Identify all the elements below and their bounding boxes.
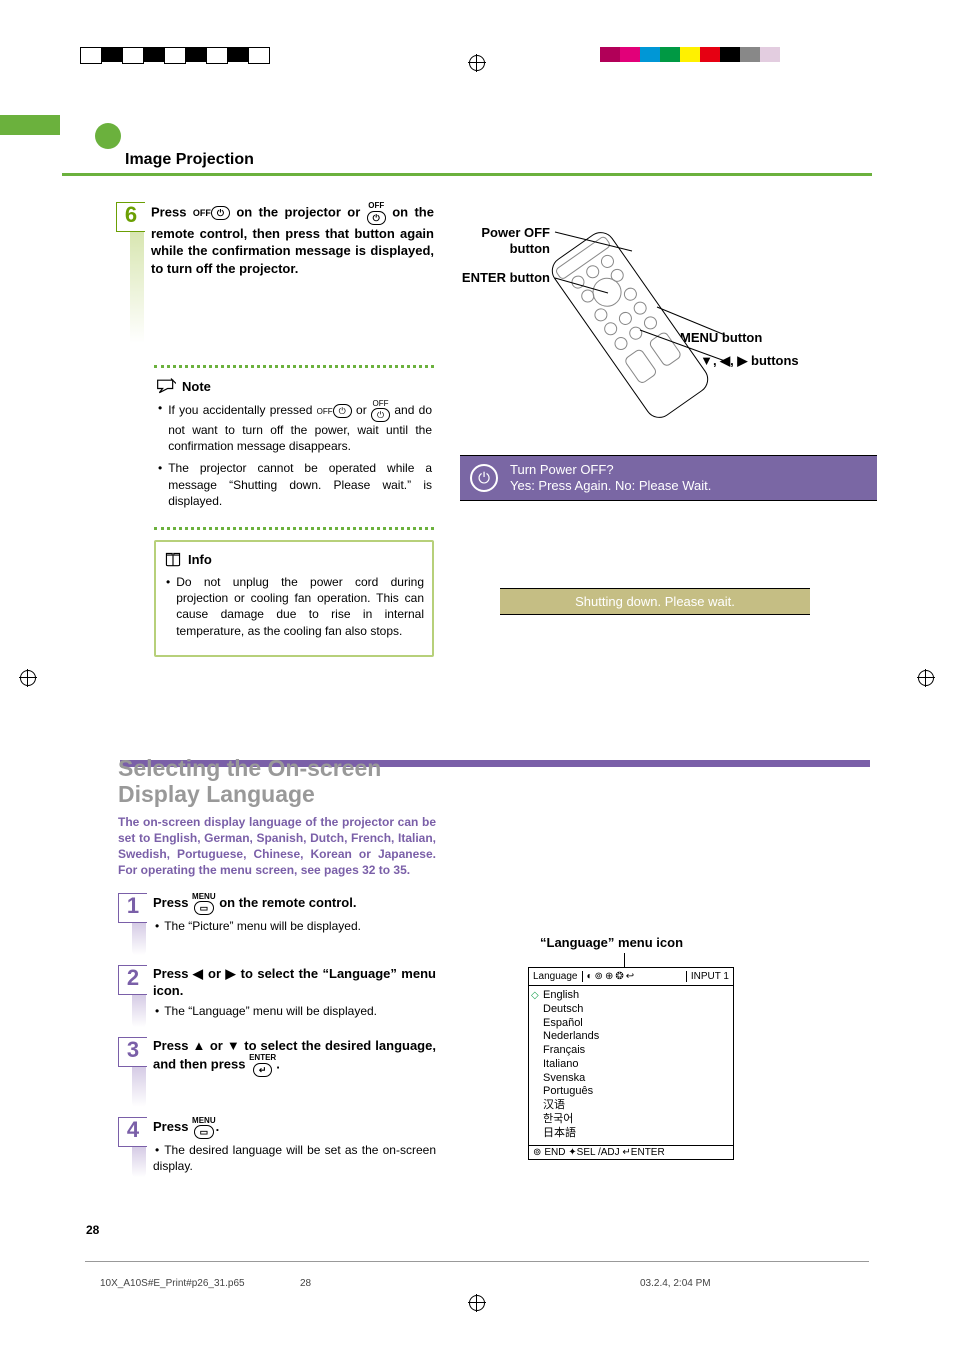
registration-mark-icon — [469, 55, 485, 71]
menu-icon: ↩ — [626, 971, 634, 982]
step-gradient — [130, 232, 144, 349]
page-title: Image Projection — [125, 151, 254, 169]
language-tab: Language — [529, 971, 583, 982]
language-item: 한국어 — [543, 1113, 727, 1127]
step-2: 2 Press ◀ or ▶ to select the “Language” … — [118, 965, 436, 1027]
header-circle-icon — [95, 123, 121, 149]
step-number: 1 — [118, 893, 147, 923]
printer-marks-right — [600, 47, 780, 62]
note-bullet-1: If you accidentally pressed OFF⏻ or OFF⏻… — [156, 400, 432, 454]
info-bullet-1: Do not unplug the power cord during proj… — [164, 574, 424, 639]
osd-line-1: Turn Power OFF? — [510, 462, 614, 477]
language-menu-tabs: Language ◐⊚⊕❂↩ INPUT 1 — [528, 967, 734, 986]
step-3: 3 Press ▲ or ▼ to select the desired lan… — [118, 1037, 436, 1107]
osd-power-off-message: ⏻ Turn Power OFF? Yes: Press Again. No: … — [460, 455, 877, 501]
language-item: 日本語 — [543, 1127, 727, 1141]
step-number: 2 — [118, 965, 147, 995]
registration-mark-icon — [20, 670, 36, 686]
left-arrow-icon: ◀ — [193, 966, 204, 981]
language-menu-footer: ⊚END ✦SEL /ADJ ↵ENTER — [528, 1146, 734, 1160]
language-item: Deutsch — [543, 1003, 727, 1017]
language-menu-caption: “Language” menu icon — [540, 935, 683, 950]
language-item: Svenska — [543, 1072, 727, 1086]
note-bullet-2: The projector cannot be operated while a… — [156, 460, 432, 509]
step-number: 6 — [116, 202, 145, 232]
menu-icon: ❂ — [615, 971, 623, 982]
down-arrow-icon: ▼ — [227, 1038, 240, 1053]
step-4-bullet: The desired language will be set as the … — [153, 1143, 436, 1174]
language-item: Español — [543, 1017, 727, 1031]
power-icon: ⏻ — [211, 206, 230, 220]
info-box: Info Do not unplug the power cord during… — [154, 540, 434, 657]
info-heading: Info — [164, 552, 424, 568]
menu-icon: ⊕ — [605, 971, 613, 982]
menu-icon: ⊚ — [595, 971, 603, 982]
page: Image Projection 6 Press OFF⏻ on the pro… — [0, 0, 954, 1351]
step-6: 6 Press OFF⏻ on the projector or OFF⏻ on… — [116, 202, 434, 347]
leader-line — [624, 953, 625, 968]
osd-line-2: Yes: Press Again. No: Please Wait. — [510, 478, 711, 493]
section-language: Selecting the On-screen Display Language… — [118, 755, 436, 1177]
right-arrow-icon: ▶ — [225, 966, 236, 981]
menu-icon: ◐ — [587, 971, 593, 982]
enter-button-icon: ENTER↵ — [249, 1054, 276, 1077]
registration-mark-icon — [469, 1295, 485, 1311]
language-list: ◇ English Deutsch Español Nederlands Fra… — [528, 986, 734, 1146]
language-item: Italiano — [543, 1058, 727, 1072]
menu-button-icon: MENU▭ — [192, 1117, 216, 1140]
step-1-bullet: The “Picture” menu will be displayed. — [153, 919, 436, 935]
note-heading: Note — [156, 378, 432, 394]
language-item: English — [543, 989, 727, 1003]
footer-page: 28 — [300, 1278, 640, 1289]
header-stripe — [0, 115, 60, 135]
power-icon: ⏻ — [470, 464, 498, 492]
step-1: 1 Press MENU▭ on the remote control. The… — [118, 893, 436, 955]
header-rule — [62, 173, 872, 176]
step-number: 3 — [118, 1037, 147, 1067]
up-arrow-icon: ▲ — [192, 1038, 205, 1053]
menu-tab-icons: ◐⊚⊕❂↩ — [583, 971, 686, 982]
step-4: 4 Press MENU▭. The desired language will… — [118, 1117, 436, 1177]
section-intro: The on-screen display language of the pr… — [118, 814, 436, 879]
osd-shutting-down-message: Shutting down. Please wait. — [500, 588, 810, 615]
footer-date: 03.2.4, 2:04 PM — [640, 1278, 711, 1289]
info-icon — [164, 552, 182, 568]
remote-control-illustration — [510, 215, 750, 435]
off-button-icon: OFF⏻ — [371, 400, 390, 422]
menu-button-icon: MENU▭ — [192, 893, 216, 916]
footer-rule — [85, 1261, 869, 1262]
language-menu: Language ◐⊚⊕❂↩ INPUT 1 ◇ English Deutsch… — [528, 967, 734, 1160]
off-button-icon: OFF⏻ — [367, 202, 386, 225]
footer-meta: 10X_A10S#E_Print#p26_31.p65 28 03.2.4, 2… — [100, 1278, 880, 1289]
note-box: Note If you accidentally pressed OFF⏻ or… — [154, 365, 434, 530]
note-icon — [156, 378, 176, 394]
input-label: INPUT 1 — [686, 971, 733, 982]
power-icon: ⏻ — [333, 404, 352, 418]
section-title: Selecting the On-screen Display Language — [118, 755, 436, 808]
step-6-text: Press OFF⏻ on the projector or OFF⏻ on t… — [151, 202, 434, 347]
registration-mark-icon — [918, 670, 934, 686]
menu-icon: ⊚ — [533, 1147, 541, 1158]
left-column: 6 Press OFF⏻ on the projector or OFF⏻ on… — [116, 202, 434, 657]
page-number: 28 — [86, 1223, 99, 1237]
footer-filename: 10X_A10S#E_Print#p26_31.p65 — [100, 1278, 300, 1289]
printer-marks-left — [80, 47, 270, 62]
step-number: 4 — [118, 1117, 147, 1147]
language-item: 汉语 — [543, 1099, 727, 1113]
language-item: Français — [543, 1044, 727, 1058]
selected-marker-icon: ◇ — [531, 990, 539, 1003]
step-2-bullet: The “Language” menu will be displayed. — [153, 1004, 436, 1020]
language-item: Português — [543, 1085, 727, 1099]
language-item: Nederlands — [543, 1030, 727, 1044]
